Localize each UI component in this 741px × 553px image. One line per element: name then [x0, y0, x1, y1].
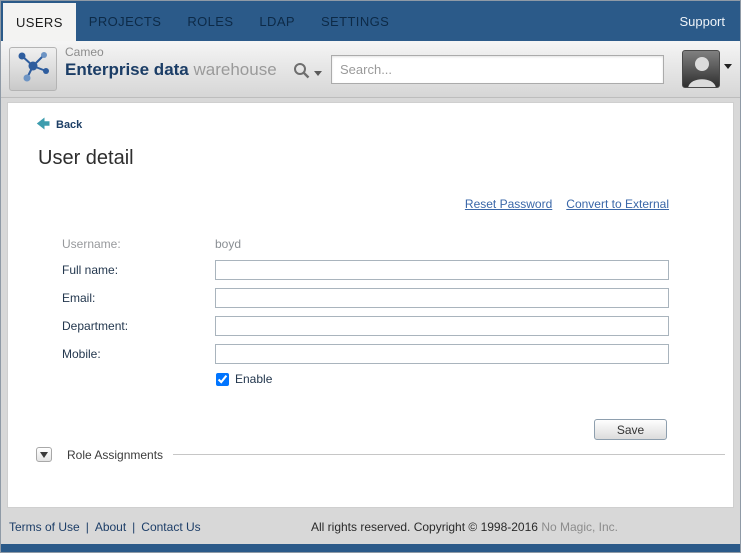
enable-row: Enable: [216, 372, 272, 386]
footer-links: Terms of Use | About | Contact Us: [9, 520, 201, 534]
contact-us-link[interactable]: Contact Us: [141, 520, 200, 534]
support-link[interactable]: Support: [664, 1, 740, 41]
mobile-label: Mobile:: [62, 344, 215, 361]
enable-checkbox[interactable]: [216, 373, 229, 386]
search-input[interactable]: [331, 55, 664, 84]
support-label: Support: [679, 14, 725, 29]
mobile-row: Mobile:: [62, 344, 669, 364]
reset-password-link[interactable]: Reset Password: [465, 197, 552, 211]
department-field[interactable]: [215, 316, 669, 336]
app-logo: [9, 47, 57, 91]
full-name-field[interactable]: [215, 260, 669, 280]
username-value: boyd: [215, 234, 241, 251]
tab-projects[interactable]: PROJECTS: [76, 1, 175, 41]
tab-users[interactable]: USERS: [3, 3, 76, 41]
full-name-row: Full name:: [62, 260, 669, 280]
chevron-down-icon: [314, 71, 322, 76]
page-title: User detail: [38, 147, 134, 170]
tab-settings-label: SETTINGS: [321, 14, 389, 29]
email-field[interactable]: [215, 288, 669, 308]
brand-text: Cameo Enterprise data warehouse: [65, 46, 277, 80]
department-label: Department:: [62, 316, 215, 333]
tab-roles-label: ROLES: [187, 14, 233, 29]
role-assignments-section: Role Assignments: [36, 447, 725, 462]
action-links: Reset Password Convert to External: [465, 197, 669, 211]
tab-settings[interactable]: SETTINGS: [308, 1, 402, 41]
mobile-field[interactable]: [215, 344, 669, 364]
tab-roles[interactable]: ROLES: [174, 1, 246, 41]
username-row: Username: boyd: [62, 234, 669, 251]
footer-separator: |: [86, 520, 89, 534]
user-avatar-button[interactable]: [682, 50, 720, 88]
full-name-label: Full name:: [62, 260, 215, 277]
person-icon: [683, 76, 720, 88]
terms-of-use-link[interactable]: Terms of Use: [9, 520, 80, 534]
email-label: Email:: [62, 288, 215, 305]
app-window: USERS PROJECTS ROLES LDAP SETTINGS Suppo…: [0, 0, 741, 553]
search-scope-dropdown[interactable]: [293, 62, 322, 84]
convert-to-external-link[interactable]: Convert to External: [566, 197, 669, 211]
email-row: Email:: [62, 288, 669, 308]
header: Cameo Enterprise data warehouse: [1, 41, 740, 98]
tab-ldap-label: LDAP: [259, 14, 295, 29]
brand-warehouse: warehouse: [194, 60, 277, 79]
back-label: Back: [56, 119, 82, 131]
section-divider: [173, 454, 725, 455]
back-button[interactable]: Back: [36, 117, 82, 133]
brand-cameo: Cameo: [65, 46, 277, 60]
brand-enterprise-data: Enterprise data: [65, 60, 189, 79]
triangle-down-icon: [40, 452, 48, 458]
page-background: Back User detail Reset Password Convert …: [1, 98, 740, 544]
back-arrow-icon: [36, 117, 50, 133]
copyright-company: No Magic, Inc.: [541, 520, 618, 534]
save-button[interactable]: Save: [594, 419, 667, 440]
avatar-menu-caret[interactable]: [724, 69, 732, 87]
about-link[interactable]: About: [95, 520, 126, 534]
tab-projects-label: PROJECTS: [89, 14, 162, 29]
enable-label: Enable: [235, 372, 272, 386]
username-label: Username:: [62, 234, 215, 251]
role-assignments-label: Role Assignments: [67, 448, 163, 462]
copyright-dark: All rights reserved. Copyright © 1998-20…: [311, 520, 538, 534]
molecule-icon: [15, 50, 51, 89]
user-detail-panel: Back User detail Reset Password Convert …: [7, 102, 734, 508]
bottom-accent-bar: [1, 544, 740, 552]
search-icon: [293, 62, 310, 84]
footer: Terms of Use | About | Contact Us All ri…: [1, 510, 740, 544]
copyright-text: All rights reserved. Copyright © 1998-20…: [311, 520, 618, 534]
tab-users-label: USERS: [16, 15, 63, 30]
top-nav: USERS PROJECTS ROLES LDAP SETTINGS Suppo…: [1, 1, 740, 41]
footer-separator: |: [132, 520, 135, 534]
tab-ldap[interactable]: LDAP: [246, 1, 308, 41]
department-row: Department:: [62, 316, 669, 336]
role-assignments-toggle[interactable]: [36, 447, 52, 462]
chevron-down-icon: [724, 64, 732, 86]
